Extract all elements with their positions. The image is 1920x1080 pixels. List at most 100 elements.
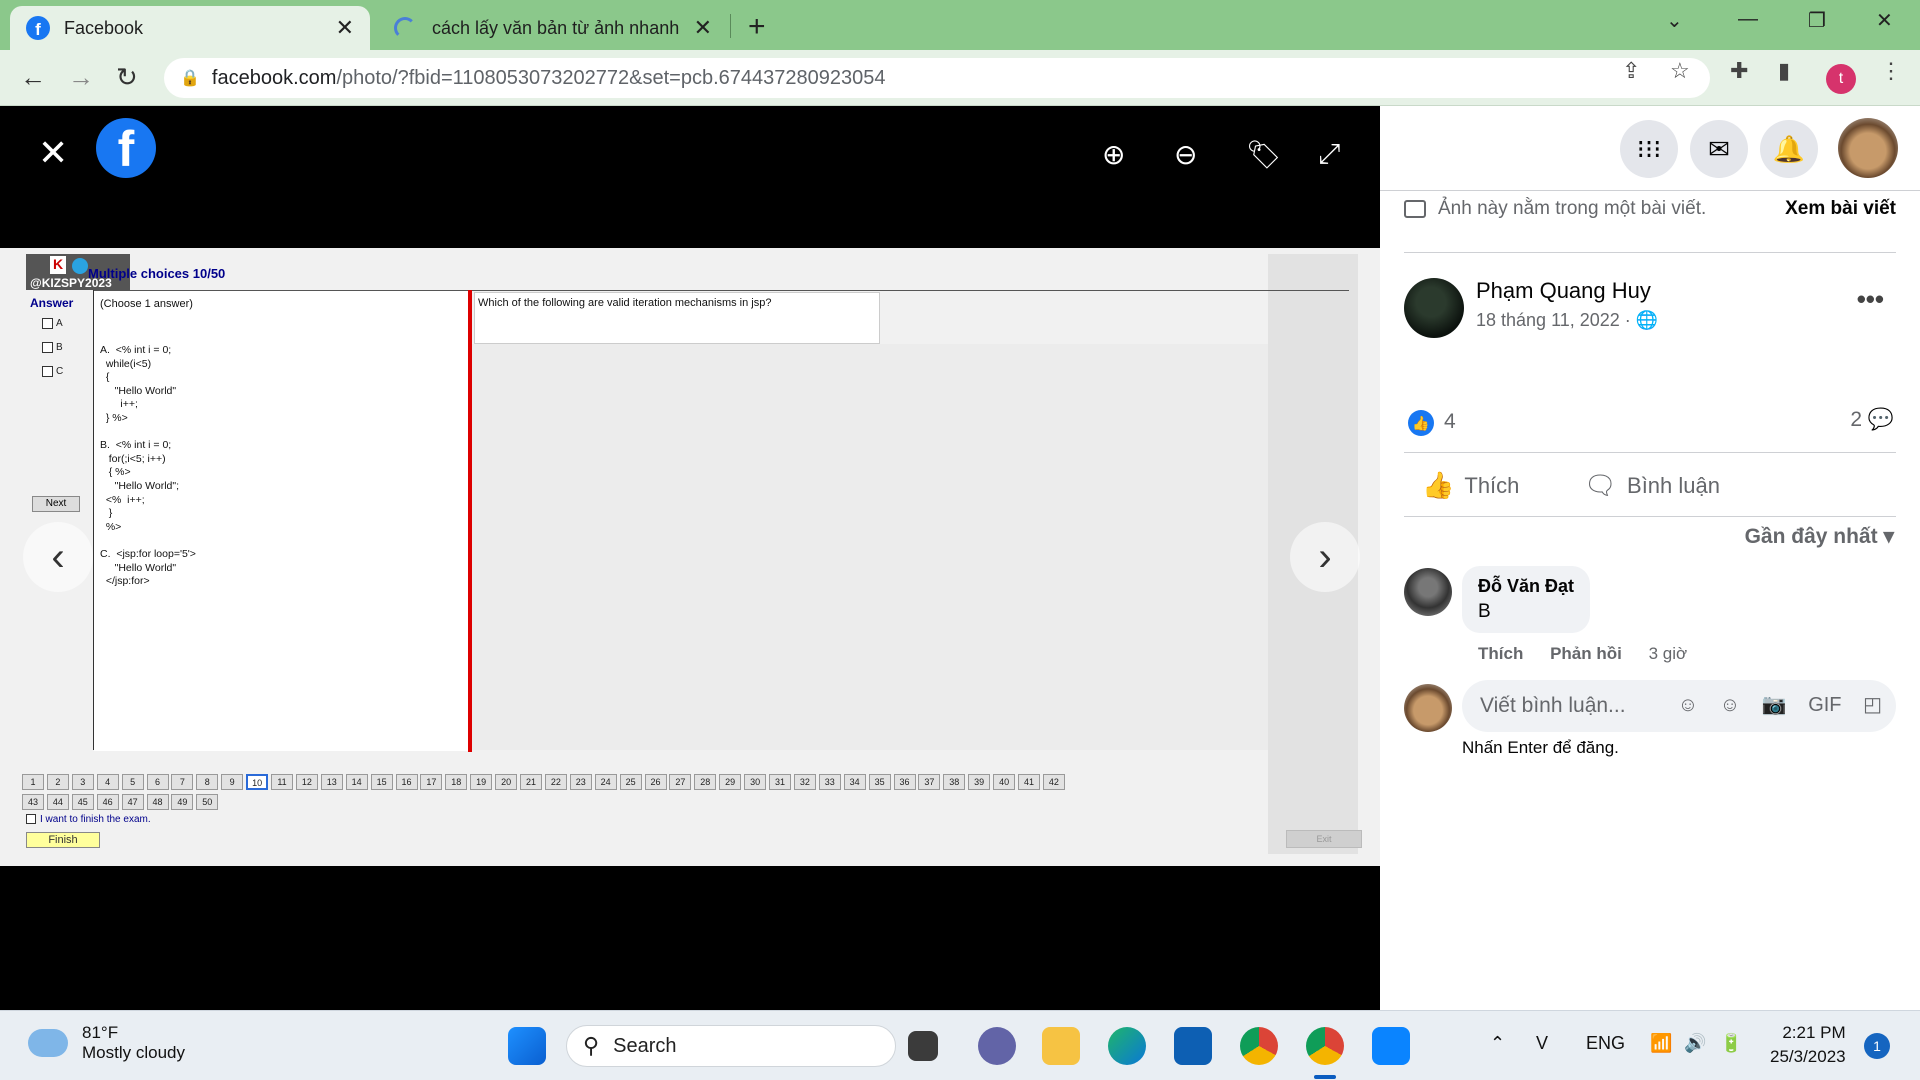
back-arrow-icon[interactable]: ← [20,62,46,93]
teams-chat-icon[interactable] [978,1027,1016,1065]
exam-page-button: 22 [544,774,567,790]
messenger-app-icon[interactable] [1372,1027,1410,1065]
sticker-icon[interactable]: ◰ [1863,694,1882,716]
minimize-button[interactable]: — [1738,8,1758,31]
edge-browser-icon[interactable] [1108,1027,1146,1065]
post-note-text: Ảnh này nằm trong một bài viết. [1438,198,1707,219]
comment-sort-dropdown[interactable]: Gần đây nhất ▾ [1745,524,1894,549]
side-panel-icon[interactable]: ▮ [1778,58,1790,84]
vivaldi-tray-icon[interactable]: V [1536,1033,1548,1054]
author-avatar[interactable] [1404,278,1464,338]
like-label: Thích [1464,472,1520,498]
answer-checkbox-c: C [42,366,63,377]
new-tab-button[interactable]: + [748,10,766,44]
gif-icon[interactable]: GIF [1808,694,1841,716]
comment-count[interactable]: 2 💬 [1850,408,1894,432]
next-photo-button[interactable]: › [1290,522,1360,592]
fullscreen-icon[interactable]: ⤢ [1318,138,1340,171]
facebook-logo-icon[interactable]: f [96,118,156,178]
comment-reply-link[interactable]: Phản hồi [1550,644,1622,663]
chrome-profile-t-icon[interactable] [1306,1027,1344,1065]
more-options-icon[interactable]: ••• [1857,284,1884,315]
weather-widget[interactable]: 81°F Mostly cloudy [28,1023,185,1063]
reload-icon[interactable]: ↻ [116,62,138,93]
comment-label: Bình luận [1627,472,1720,498]
tab-facebook[interactable]: f Facebook ✕ [10,6,370,50]
search-icon: ⚲ [583,1033,600,1058]
exam-page-button: 38 [943,774,966,790]
comment-input[interactable]: Viết bình luận... ☺︎ ☺ 📷 GIF ◰ [1462,680,1896,732]
like-button[interactable]: 👍 Thích [1422,470,1519,501]
profile-avatar[interactable]: t [1826,64,1856,94]
notifications-bell-icon[interactable]: 🔔 [1760,120,1818,178]
caret-down-icon: ▾ [1883,525,1894,548]
loading-spinner-icon [394,17,416,39]
tab-close-icon[interactable]: ✕ [694,15,712,41]
author-name[interactable]: Phạm Quang Huy [1476,278,1651,304]
exam-page-button: 24 [594,774,617,790]
lock-icon: 🔒 [180,70,200,87]
tab-close-icon[interactable]: ✕ [336,15,354,41]
exam-page-button: 18 [445,774,468,790]
exam-page-button: 27 [669,774,692,790]
commenter-avatar[interactable] [1404,568,1452,616]
avatar-sticker-icon[interactable]: ☺︎ [1678,694,1698,716]
chrome-profile-d-icon[interactable] [1240,1027,1278,1065]
windows-start-icon[interactable] [508,1027,546,1065]
comment-bubble: Đỗ Văn Đạt B [1462,566,1591,633]
comment-time[interactable]: 3 giờ [1649,644,1688,663]
tab-title: cách lấy văn bản từ ảnh nhanh tr [432,17,684,38]
header-divider [1380,190,1920,191]
like-reaction-icon: 👍 [1408,410,1434,436]
task-view-icon[interactable] [908,1031,938,1061]
address-bar[interactable]: 🔒 facebook.com/photo/?fbid=1108053073202… [164,58,1710,98]
my-avatar[interactable] [1404,684,1452,732]
file-explorer-icon[interactable] [1042,1027,1080,1065]
zoom-out-icon[interactable]: ⊖ [1174,138,1197,171]
exam-finish-button: Finish [26,832,100,848]
see-post-link[interactable]: Xem bài viết [1785,198,1896,220]
previous-photo-button[interactable]: ‹ [23,522,93,592]
comment-button[interactable]: 🗨 Bình luận [1584,470,1720,501]
tab-search-result[interactable]: cách lấy văn bản từ ảnh nhanh tr ✕ [378,6,728,50]
tray-overflow-chevron-icon[interactable]: ⌃ [1490,1033,1505,1054]
volume-icon[interactable]: 🔊 [1684,1033,1706,1054]
comment-like-link[interactable]: Thích [1478,644,1523,663]
post-date[interactable]: 18 tháng 11, 2022 · 🌐 [1476,310,1658,331]
microsoft-store-icon[interactable] [1174,1027,1212,1065]
taskbar-search[interactable]: ⚲ Search [566,1025,896,1067]
messenger-icon[interactable]: ✉ [1690,120,1748,178]
camera-icon[interactable]: 📷 [1762,694,1787,716]
exam-page-button: 10 [246,774,269,790]
zoom-in-icon[interactable]: ⊕ [1102,138,1125,171]
tag-icon[interactable]: 🏷 [1246,138,1282,171]
forward-arrow-icon[interactable]: → [68,62,94,93]
exam-page-button: 7 [171,774,194,790]
exam-page-button: 4 [96,774,119,790]
system-clock[interactable]: 2:21 PM 25/3/2023 [1770,1021,1846,1069]
exam-page-button: 47 [121,794,144,810]
bookmark-star-icon[interactable]: ☆ [1670,58,1690,84]
restore-button[interactable]: ❐ [1808,8,1826,33]
tab-search-chevron-icon[interactable]: ⌄ [1666,8,1683,33]
menu-grid-icon[interactable]: ⁝⁝⁝ [1620,120,1678,178]
post-side-panel: ⁝⁝⁝ ✉ 🔔 Ảnh này nằm trong một bài viết. … [1380,106,1920,1010]
search-label: Search [613,1034,677,1057]
exam-header-rule [93,290,1349,291]
wifi-icon[interactable]: 📶 [1650,1033,1672,1054]
extensions-puzzle-icon[interactable]: ✚ [1730,58,1748,84]
close-viewer-icon[interactable]: ✕ [38,132,68,174]
reaction-count[interactable]: 4 [1444,410,1456,434]
share-icon[interactable]: ⇪ [1622,58,1640,84]
exam-page-button: 31 [769,774,791,790]
input-language[interactable]: ENG [1586,1033,1625,1054]
comment-text: B [1478,601,1491,622]
account-avatar[interactable] [1838,118,1898,178]
browser-menu-icon[interactable]: ⋮ [1880,58,1902,84]
exam-page-button: 46 [96,794,119,810]
commenter-name[interactable]: Đỗ Văn Đạt [1478,576,1574,597]
battery-icon[interactable]: 🔋 [1720,1033,1742,1054]
window-close-button[interactable]: ✕ [1876,8,1893,33]
notification-count-badge[interactable]: 1 [1864,1033,1890,1059]
emoji-icon[interactable]: ☺ [1720,694,1740,716]
